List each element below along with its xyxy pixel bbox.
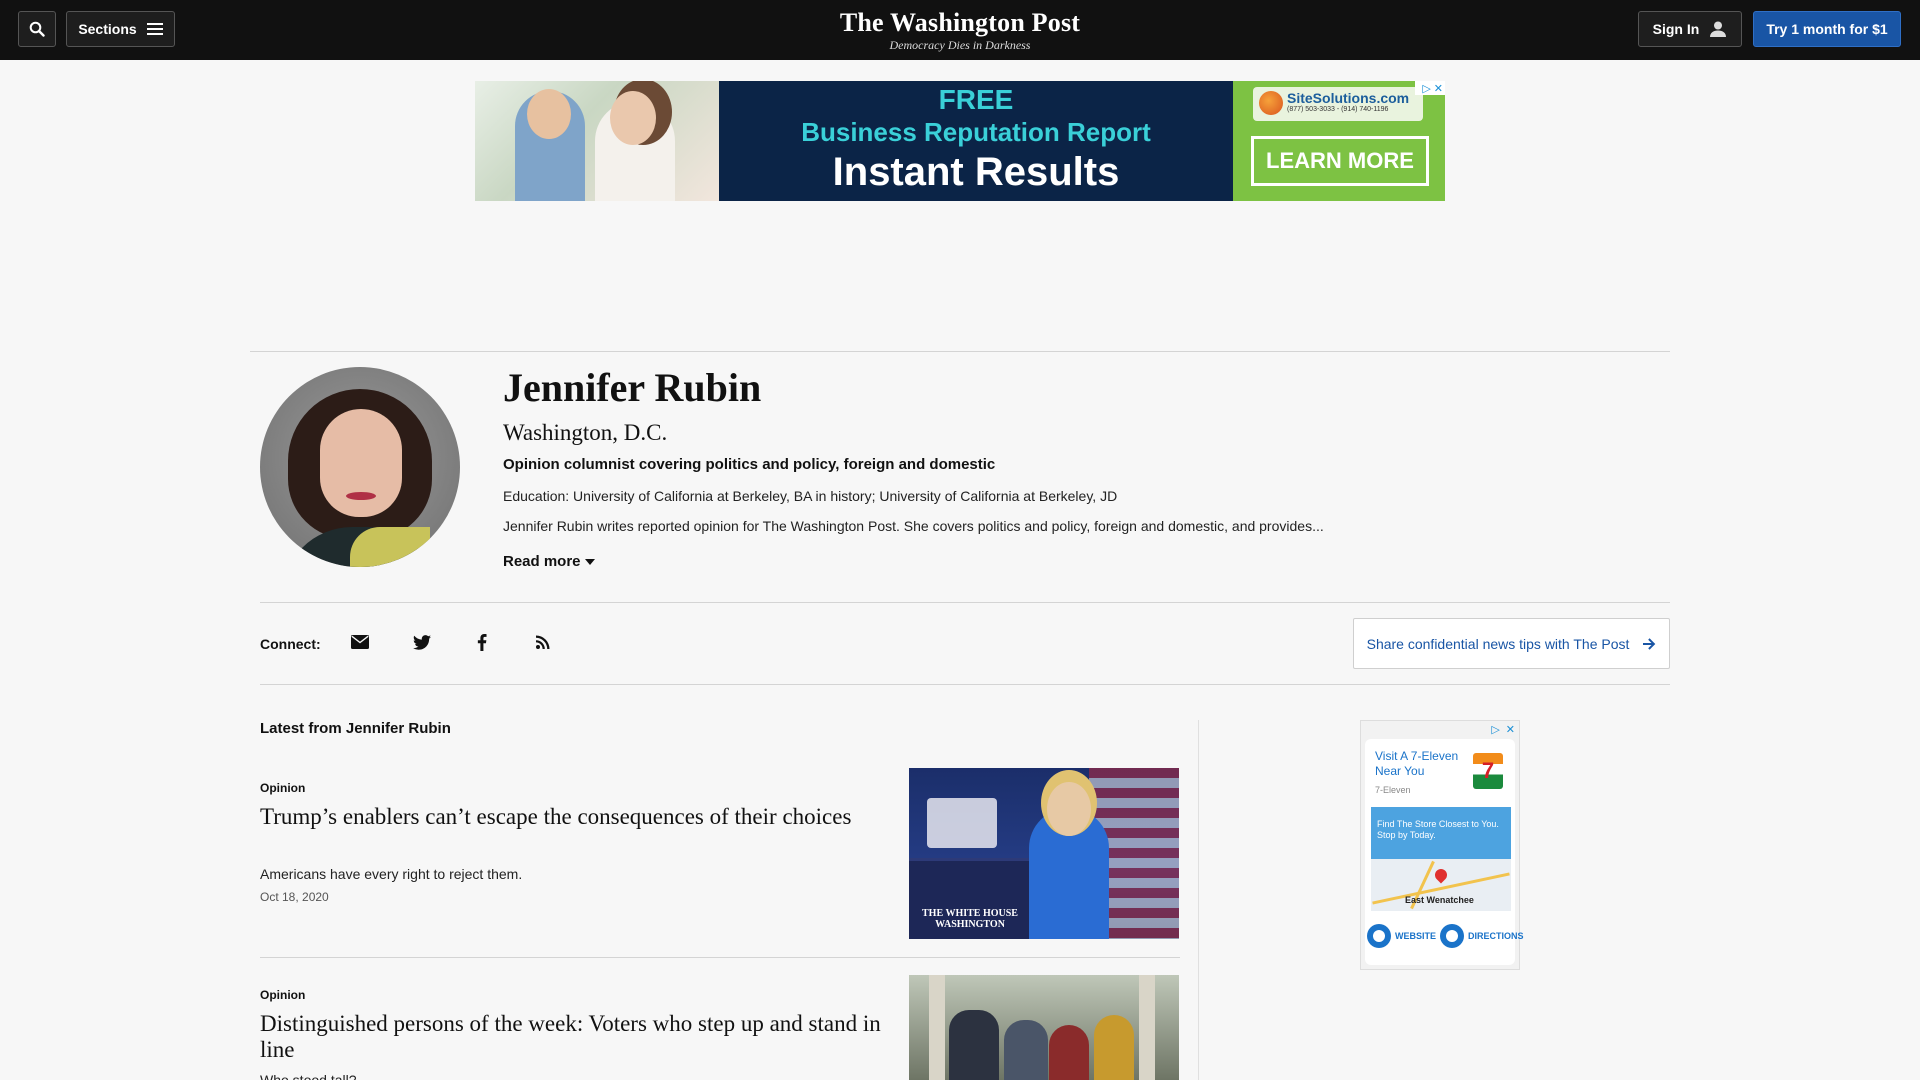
seven-eleven-logo: 7: [1473, 753, 1503, 789]
author-education: Education: University of California at B…: [503, 488, 1118, 504]
top-navigation-bar: Sections The Washington Post Democracy D…: [0, 0, 1920, 60]
site-tagline: Democracy Dies in Darkness: [889, 38, 1031, 52]
article-date: Oct 18, 2020: [260, 890, 329, 904]
sections-menu-button[interactable]: Sections: [66, 11, 175, 47]
article-thumbnail[interactable]: [909, 975, 1179, 1080]
divider: [260, 957, 1180, 958]
email-link[interactable]: [348, 630, 372, 654]
ad-brand-name: 7-Eleven: [1375, 785, 1411, 795]
ad-actions: WEBSITE DIRECTIONS: [1365, 921, 1524, 951]
news-tips-button[interactable]: Share confidential news tips with The Po…: [1353, 618, 1670, 669]
search-button[interactable]: [18, 11, 56, 47]
article-kicker[interactable]: Opinion: [260, 781, 305, 795]
twitter-icon: [413, 634, 431, 650]
article-kicker[interactable]: Opinion: [260, 988, 305, 1002]
ad-close-icon[interactable]: ✕: [1434, 82, 1443, 95]
thumbnail-caption: THE WHITE HOUSE WASHINGTON: [922, 908, 1018, 930]
rss-link[interactable]: [531, 630, 555, 654]
ad-close-icon[interactable]: ✕: [1506, 723, 1515, 736]
ad-choices[interactable]: ▷ ✕: [1491, 723, 1515, 736]
read-more-label: Read more: [503, 553, 581, 570]
read-more-button[interactable]: Read more: [503, 553, 595, 571]
ad-phone: (877) 503-3033 - (914) 740-1196: [1287, 106, 1389, 113]
ad-photo: [475, 81, 719, 201]
article-blurb: Who stood tall?: [260, 1072, 357, 1080]
directions-icon[interactable]: [1440, 924, 1465, 948]
facebook-link[interactable]: [470, 630, 494, 654]
masthead-logo-link[interactable]: The Washington Post Democracy Dies in Da…: [810, 8, 1110, 52]
connect-label: Connect:: [260, 636, 321, 652]
article-blurb: Americans have every right to reject the…: [260, 866, 523, 882]
search-icon: [29, 21, 45, 37]
sign-in-button[interactable]: Sign In: [1638, 11, 1742, 47]
subscribe-button[interactable]: Try 1 month for $1: [1753, 11, 1901, 47]
hamburger-icon: [146, 23, 163, 35]
divider: [250, 351, 1670, 352]
sections-label: Sections: [78, 21, 137, 37]
ad-brand: SiteSolutions.com (877) 503-3033 - (914)…: [1253, 87, 1423, 121]
ad-directions-link[interactable]: DIRECTIONS: [1468, 931, 1524, 941]
divider: [260, 602, 1670, 603]
article-headline[interactable]: Distinguished persons of the week: Voter…: [260, 1011, 900, 1063]
ad-choices-icon[interactable]: ▷: [1491, 723, 1499, 736]
ad-line-3: Instant Results: [832, 150, 1120, 194]
sidebar-advertisement[interactable]: ▷ ✕ Visit A 7-Eleven Near You 7-Eleven 7…: [1360, 720, 1524, 970]
divider: [260, 684, 1670, 685]
ad-brand-name: SiteSolutions.com: [1287, 90, 1410, 106]
envelope-icon: [351, 635, 369, 649]
website-icon[interactable]: [1367, 924, 1391, 948]
facebook-icon: [477, 633, 487, 651]
ad-promo: Find The Store Closest to You. Stop by T…: [1371, 807, 1511, 859]
user-icon: [1710, 21, 1727, 37]
map-pin-icon: [1432, 866, 1450, 884]
caret-down-icon: [584, 559, 595, 565]
author-role: Opinion columnist covering politics and …: [503, 456, 996, 473]
ad-cta-panel: SiteSolutions.com (877) 503-3033 - (914)…: [1233, 81, 1445, 201]
ad-map[interactable]: East Wenatchee: [1371, 859, 1511, 911]
author-location: Washington, D.C.: [503, 420, 668, 445]
map-city-label: East Wenatchee: [1405, 895, 1474, 905]
author-bio: Jennifer Rubin writes reported opinion f…: [503, 518, 1324, 534]
site-logo: The Washington Post: [839, 8, 1081, 37]
article-thumbnail[interactable]: THE WHITE HOUSE WASHINGTON: [909, 768, 1179, 939]
ad-choices[interactable]: ▷ ✕: [1415, 81, 1445, 95]
article-headline[interactable]: Trump’s enablers can’t escape the conseq…: [260, 804, 900, 830]
latest-section-title: Latest from Jennifer Rubin: [260, 720, 451, 737]
news-tips-label: Share confidential news tips with The Po…: [1366, 635, 1630, 652]
ad-title[interactable]: Visit A 7-Eleven Near You: [1375, 749, 1475, 779]
ad-line-2: Business Reputation Report: [801, 117, 1151, 147]
globe-icon: [1259, 91, 1283, 115]
column-divider: [1198, 720, 1199, 1080]
ad-message: FREE Business Reputation Report Instant …: [719, 81, 1233, 201]
ad-website-link[interactable]: WEBSITE: [1395, 931, 1436, 941]
rss-icon: [536, 635, 550, 649]
author-name: Jennifer Rubin: [503, 365, 762, 410]
ad-choices-icon[interactable]: ▷: [1422, 82, 1430, 95]
ad-learn-more-button[interactable]: LEARN MORE: [1251, 136, 1429, 186]
twitter-link[interactable]: [410, 630, 434, 654]
sign-in-label: Sign In: [1652, 21, 1700, 37]
author-avatar: [260, 367, 460, 567]
ad-line-1: FREE: [938, 84, 1014, 115]
advertisement-banner[interactable]: FREE Business Reputation Report Instant …: [475, 81, 1445, 201]
arrow-right-icon: [1643, 637, 1656, 650]
ad-card[interactable]: Visit A 7-Eleven Near You 7-Eleven 7 Fin…: [1365, 739, 1524, 965]
